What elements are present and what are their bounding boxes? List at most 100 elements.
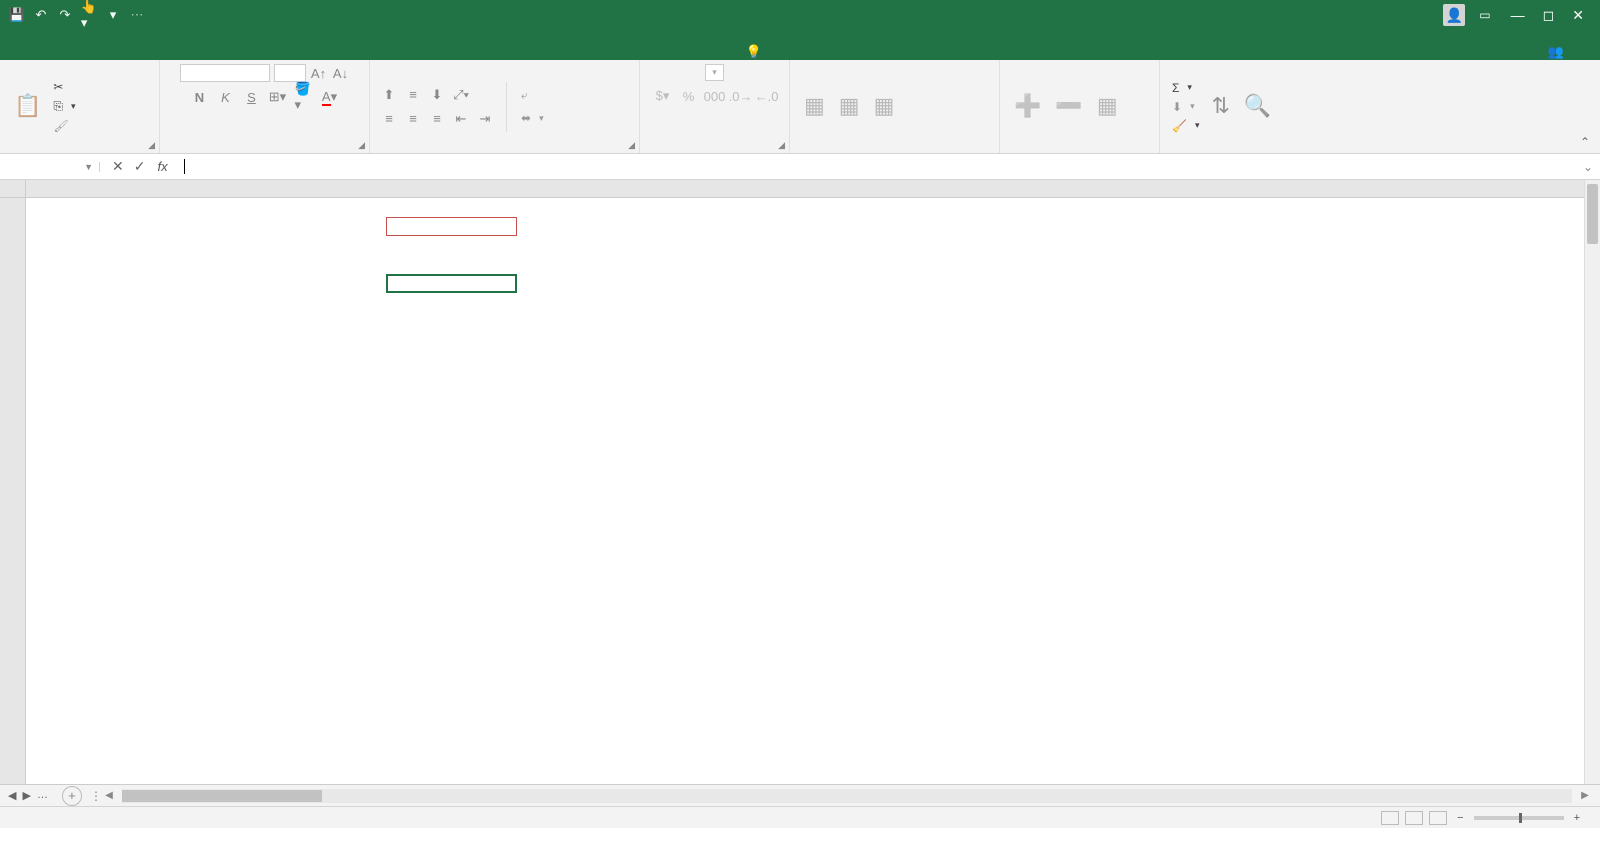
merge-center-button[interactable]: ⬌▾ xyxy=(519,110,546,126)
format-cells-button[interactable]: ▦ xyxy=(1093,91,1122,123)
align-top-icon[interactable]: ⬆ xyxy=(380,86,398,104)
sort-icon: ⇅ xyxy=(1211,93,1229,119)
increase-font-icon[interactable]: A↑ xyxy=(310,64,328,82)
qat-more-icon[interactable]: ⋯ xyxy=(130,8,144,22)
zoom-in-button[interactable]: + xyxy=(1574,812,1580,824)
scissors-icon: ✂ xyxy=(53,80,63,94)
new-sheet-button[interactable]: + xyxy=(62,786,82,806)
maximize-button[interactable]: ◻ xyxy=(1543,7,1555,24)
format-table-button[interactable]: ▦ xyxy=(835,91,864,123)
comma-icon[interactable]: 000 xyxy=(706,87,724,105)
fx-icon[interactable]: fx xyxy=(157,159,177,174)
minimize-button[interactable]: — xyxy=(1511,7,1525,24)
fill-color-icon[interactable]: 🪣▾ xyxy=(295,88,313,106)
dialog-launcher-icon[interactable]: ◢ xyxy=(628,140,635,151)
page-break-view-button[interactable] xyxy=(1429,811,1447,825)
user-account[interactable]: 👤 xyxy=(1437,4,1465,26)
copy-button[interactable]: ⎘▾ xyxy=(51,98,77,115)
align-left-icon[interactable]: ≡ xyxy=(380,110,398,128)
font-name-input[interactable] xyxy=(180,64,270,82)
scrollbar-thumb[interactable] xyxy=(1587,184,1598,244)
sigma-icon: Σ xyxy=(1172,81,1179,95)
name-box[interactable]: ▼ xyxy=(0,162,100,172)
vertical-scrollbar[interactable] xyxy=(1584,180,1600,784)
formula-input[interactable] xyxy=(178,159,1576,174)
fill-button[interactable]: ⬇▾ xyxy=(1170,99,1201,115)
italic-button[interactable]: K xyxy=(217,88,235,106)
enter-formula-icon[interactable]: ✓ xyxy=(134,158,146,175)
merge-icon: ⬌ xyxy=(521,111,531,125)
active-cell-editor[interactable] xyxy=(386,274,517,293)
clear-button[interactable]: 🧹▾ xyxy=(1170,118,1201,134)
redo-icon[interactable]: ↷ xyxy=(58,8,72,22)
hscroll-right-icon[interactable]: ▶ xyxy=(1578,789,1592,803)
align-right-icon[interactable]: ≡ xyxy=(428,110,446,128)
page-layout-view-button[interactable] xyxy=(1405,811,1423,825)
collapse-ribbon-icon[interactable]: ⌃ xyxy=(1580,135,1590,149)
select-all-button[interactable] xyxy=(0,180,26,198)
increase-indent-icon[interactable]: ⇥ xyxy=(476,110,494,128)
sheet-nav-prev-icon[interactable]: ▶ xyxy=(22,789,30,802)
number-format-select[interactable]: ▾ xyxy=(705,64,724,81)
row-headers[interactable] xyxy=(0,198,26,784)
increase-decimal-icon[interactable]: .0→ xyxy=(732,87,750,105)
cell-styles-button[interactable]: ▦ xyxy=(870,91,899,123)
decrease-font-icon[interactable]: A↓ xyxy=(332,64,350,82)
autosum-button[interactable]: Σ▾ xyxy=(1170,80,1201,96)
percent-icon[interactable]: % xyxy=(680,87,698,105)
normal-view-button[interactable] xyxy=(1381,811,1399,825)
scrollbar-thumb[interactable] xyxy=(122,790,322,802)
font-size-input[interactable] xyxy=(274,64,306,82)
touch-mode-icon[interactable]: 👆▾ xyxy=(82,8,96,22)
align-middle-icon[interactable]: ≡ xyxy=(404,86,422,104)
table-icon: ▦ xyxy=(839,93,860,119)
sheet-nav-first-icon[interactable]: ◀ xyxy=(8,789,16,802)
hscroll-left-icon[interactable]: ◀ xyxy=(102,789,116,803)
align-center-icon[interactable]: ≡ xyxy=(404,110,422,128)
wrap-text-button[interactable]: ⤶ xyxy=(519,87,546,104)
find-select-button[interactable]: 🔍 xyxy=(1240,91,1275,123)
delete-cells-button[interactable]: ➖ xyxy=(1051,91,1086,123)
format-painter-button[interactable]: 🖌 xyxy=(51,118,77,134)
dialog-launcher-icon[interactable]: ◢ xyxy=(358,140,365,151)
undo-icon[interactable]: ↶ xyxy=(34,8,48,22)
clipboard-icon: 📋 xyxy=(14,93,41,119)
dialog-launcher-icon[interactable]: ◢ xyxy=(148,140,155,151)
dialog-launcher-icon[interactable]: ◢ xyxy=(778,140,785,151)
sheet-tab-bar: ◀ ▶ … + ⋮ ◀ ▶ xyxy=(0,784,1600,806)
horizontal-scrollbar[interactable] xyxy=(122,789,1572,803)
font-color-icon[interactable]: A▾ xyxy=(321,88,339,106)
formula-bar: ▼ ✕ ✓ fx ⌄ xyxy=(0,154,1600,180)
insert-icon: ➕ xyxy=(1014,93,1041,119)
underline-button[interactable]: S xyxy=(243,88,261,106)
align-bottom-icon[interactable]: ⬇ xyxy=(428,86,446,104)
save-icon[interactable]: 💾 xyxy=(10,8,24,22)
brush-icon: 🖌 xyxy=(53,119,68,133)
conditional-format-button[interactable]: ▦ xyxy=(800,91,829,123)
sort-filter-button[interactable]: ⇅ xyxy=(1207,91,1233,123)
qat-customize-icon[interactable]: ▾ xyxy=(106,8,120,22)
insert-cells-button[interactable]: ➕ xyxy=(1010,91,1045,123)
column-headers[interactable] xyxy=(26,180,1584,198)
border-icon[interactable]: ⊞▾ xyxy=(269,88,287,106)
cells-area[interactable] xyxy=(26,198,1584,784)
currency-icon[interactable]: $▾ xyxy=(654,87,672,105)
decrease-indent-icon[interactable]: ⇤ xyxy=(452,110,470,128)
sheet-nav-more-icon[interactable]: … xyxy=(37,789,48,802)
cut-button[interactable]: ✂ xyxy=(51,79,77,95)
cancel-formula-icon[interactable]: ✕ xyxy=(112,158,124,175)
eraser-icon: 🧹 xyxy=(1172,119,1187,133)
expand-formula-bar-icon[interactable]: ⌄ xyxy=(1576,160,1600,174)
paste-button[interactable]: 📋 xyxy=(10,91,45,123)
orientation-icon[interactable]: ⤢▾ xyxy=(452,86,470,104)
spreadsheet-grid[interactable] xyxy=(0,180,1600,784)
lightbulb-icon: 💡 xyxy=(746,44,762,60)
zoom-out-button[interactable]: − xyxy=(1457,812,1463,824)
ribbon: 📋 ✂ ⎘▾ 🖌 ◢ A↑ A↓ N K S ⊞▾ 🪣▾ A▾ xyxy=(0,60,1600,154)
decrease-decimal-icon[interactable]: ←.0 xyxy=(758,87,776,105)
bold-button[interactable]: N xyxy=(191,88,209,106)
format-icon: ▦ xyxy=(1097,93,1118,119)
close-button[interactable]: ✕ xyxy=(1572,7,1584,24)
ribbon-display-icon[interactable]: ▭ xyxy=(1479,8,1490,22)
zoom-slider[interactable] xyxy=(1474,816,1564,820)
